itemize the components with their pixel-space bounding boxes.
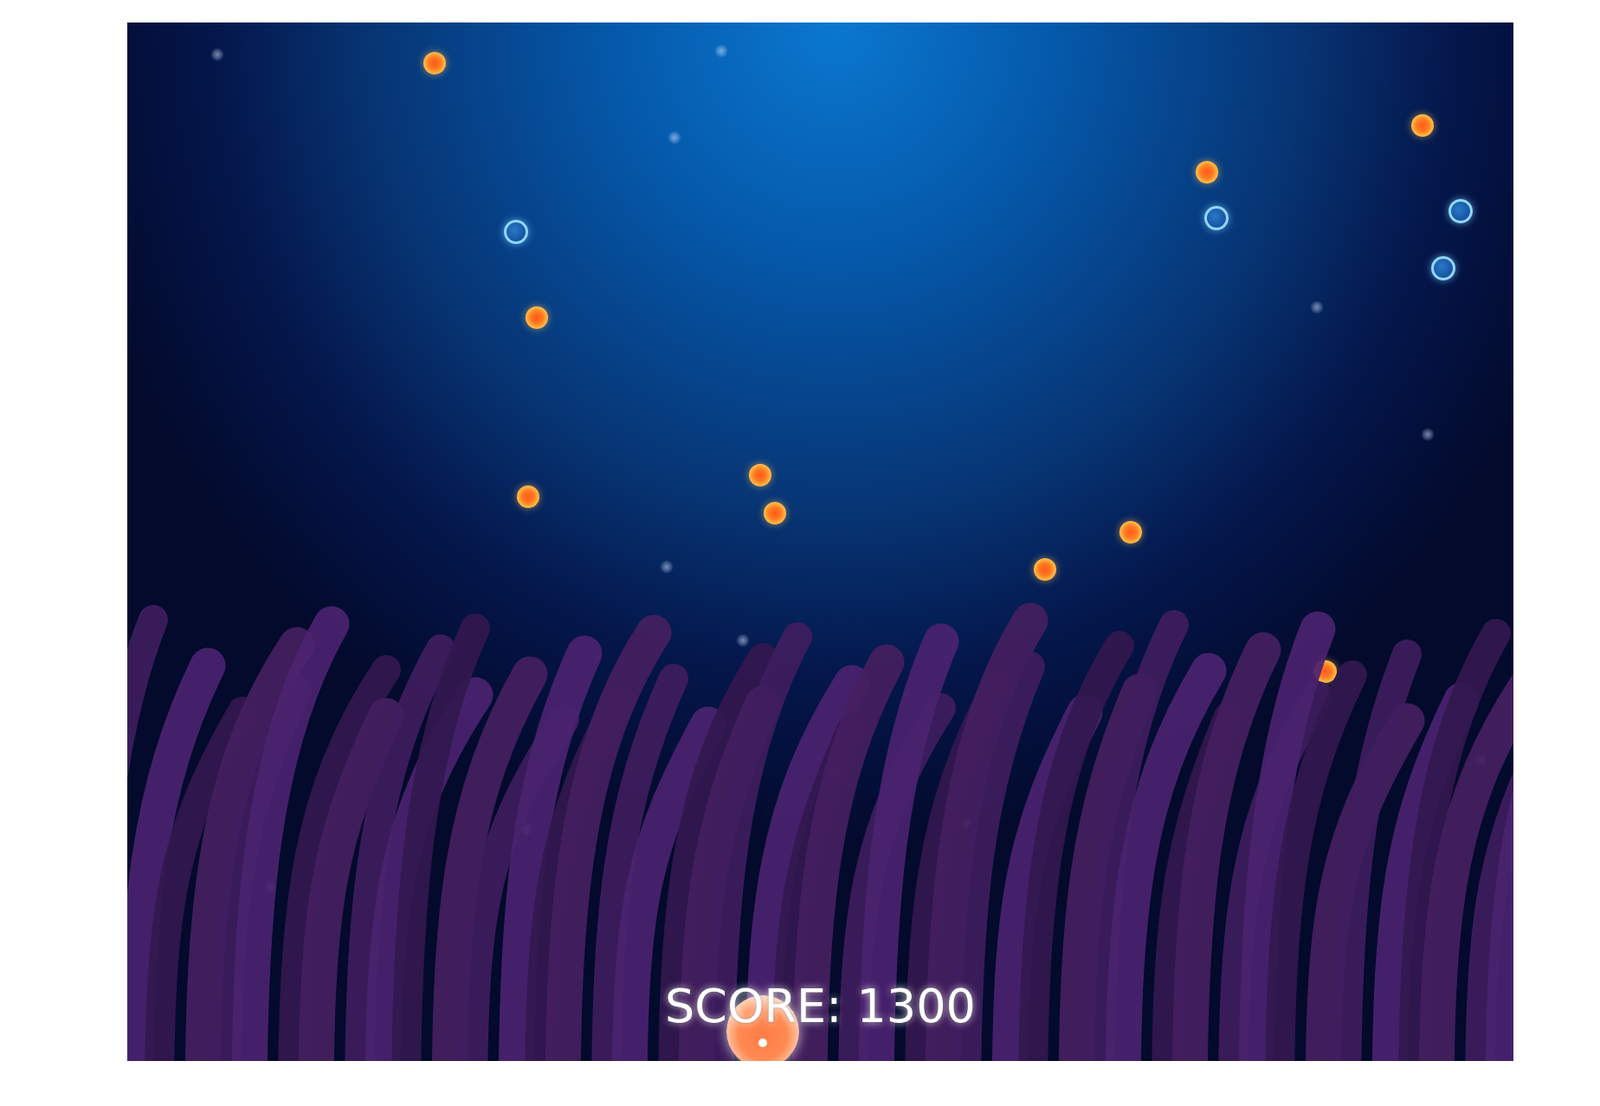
food-orb-icon	[763, 502, 787, 525]
bubble-icon	[1204, 206, 1229, 231]
player-eye-icon	[758, 1038, 768, 1048]
plankton-icon	[735, 633, 750, 648]
page: SCORE: 1300	[0, 0, 1600, 1106]
plankton-icon	[1420, 427, 1435, 442]
plankton-icon	[210, 47, 225, 62]
score-label: SCORE: 1300	[127, 979, 1514, 1036]
bubble-icon	[1431, 256, 1456, 281]
food-orb-icon	[525, 306, 549, 330]
game-canvas[interactable]: SCORE: 1300	[127, 22, 1514, 1062]
plankton-icon	[714, 44, 729, 59]
food-orb-icon	[748, 464, 772, 487]
bubble-icon	[1448, 199, 1473, 224]
food-orb-icon	[1033, 558, 1057, 581]
bubble-icon	[503, 219, 529, 245]
plankton-icon	[659, 560, 674, 575]
food-orb-icon	[516, 485, 540, 509]
seaweed-strand	[1503, 658, 1514, 1062]
plankton-icon	[1309, 300, 1324, 315]
food-orb-icon	[1411, 114, 1434, 137]
food-orb-icon	[1195, 161, 1219, 184]
plankton-icon	[667, 130, 682, 145]
food-orb-icon	[423, 51, 446, 75]
food-orb-icon	[1119, 521, 1142, 544]
seaweed-field	[127, 22, 1514, 1062]
